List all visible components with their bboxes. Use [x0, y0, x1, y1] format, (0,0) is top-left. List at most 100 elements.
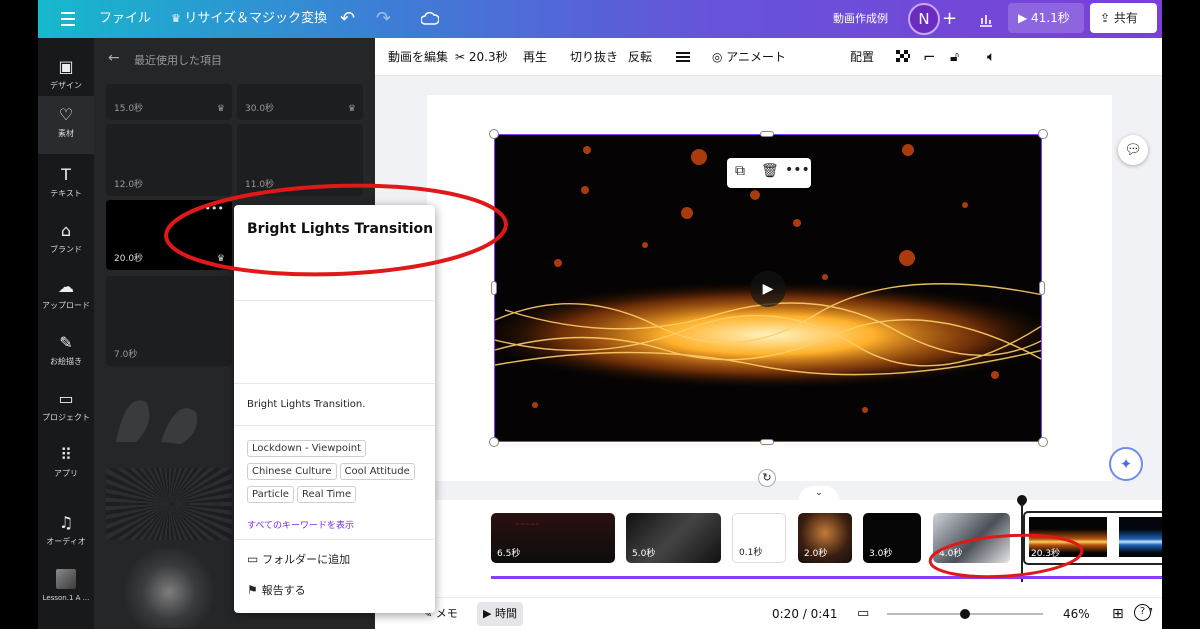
keyword-tags: Lockdown - Viewpoint Chinese Culture Cool… — [247, 440, 427, 509]
sidebar-item-draw[interactable]: ✎ お絵描き — [38, 324, 94, 380]
play-presentation-button[interactable]: ▶ 41.1秒 — [1008, 3, 1084, 33]
more-options-icon[interactable]: ••• — [785, 162, 810, 178]
resize-handle-top-left[interactable] — [489, 129, 499, 139]
flip-button[interactable]: 反転 — [628, 38, 652, 76]
top-bar: ファイル ♛ リサイズ＆マジック変換 ↶ ↷ 動画作成例 N + ▶ 41.1秒… — [38, 0, 1162, 38]
resize-handle-top[interactable] — [760, 131, 774, 137]
keyword-tag[interactable]: Cool Attitude — [339, 463, 415, 480]
keyword-tag[interactable]: Lockdown - Viewpoint — [247, 440, 366, 457]
transparency-icon[interactable] — [895, 38, 911, 76]
sidebar-item-label: ブランド — [50, 245, 82, 254]
lock-icon[interactable]: 🔓︎ — [950, 38, 959, 76]
resize-handle-bottom-right[interactable] — [1038, 437, 1048, 447]
sidebar-item-apps[interactable]: ⠿ アプリ — [38, 436, 94, 492]
add-collaborator-icon[interactable]: + — [942, 0, 957, 38]
share-label: 共有 — [1113, 11, 1138, 25]
timeline-clip[interactable]: ~~~~~ 6.5秒 — [491, 513, 615, 563]
zoom-slider-knob[interactable] — [960, 609, 970, 619]
report-item[interactable]: ⚑ 報告する — [247, 582, 306, 598]
letterbox-left — [0, 0, 38, 629]
zoom-level[interactable]: 46% — [1063, 598, 1090, 629]
text-icon: T — [61, 165, 71, 184]
grid-view-icon[interactable]: ⊞ — [1112, 598, 1124, 629]
redo-icon[interactable]: ↷ — [376, 0, 391, 38]
sidebar-item-label: お絵描き — [50, 357, 82, 366]
add-comment-icon[interactable]: 💬︎ — [1118, 135, 1148, 165]
playback-button[interactable]: 再生 — [523, 38, 547, 76]
play-duration: 41.1秒 — [1031, 11, 1070, 25]
glow-circle-thumbnail[interactable] — [106, 548, 232, 628]
page-view-icon[interactable]: ▭ — [857, 598, 869, 629]
zoom-slider[interactable] — [887, 609, 1043, 619]
sidebar-item-brand[interactable]: ⌂ ブランド — [38, 212, 94, 268]
letterbox-right — [1162, 0, 1200, 629]
resize-handle-bottom-left[interactable] — [489, 437, 499, 447]
brand-icon: ⌂ — [60, 221, 72, 240]
audio-track-bar[interactable] — [491, 576, 1162, 579]
sidebar-item-projects[interactable]: ▭ プロジェクト — [38, 380, 94, 436]
timeline-clip[interactable]: 2.0秒 — [798, 513, 852, 563]
rotate-handle-icon[interactable]: ↻ — [758, 469, 776, 487]
animate-button[interactable]: ◎ アニメート — [712, 38, 786, 76]
video-play-button[interactable]: ▶ — [750, 271, 786, 307]
file-menu[interactable]: ファイル — [99, 0, 151, 38]
media-thumbnail[interactable]: 30.0秒 ♛ — [237, 84, 363, 120]
hands-illustration-thumbnail[interactable] — [106, 372, 232, 460]
hamburger-menu-icon[interactable] — [56, 0, 80, 38]
crop-button[interactable]: 切り抜き — [570, 38, 618, 76]
media-thumbnail[interactable]: 7.0秒 — [106, 276, 232, 366]
sidebar-item-elements[interactable]: ♡ 素材 — [38, 96, 94, 154]
timeline-clip[interactable]: 4.0秒 — [933, 513, 1010, 563]
thumb-duration: 20.0秒 — [114, 254, 144, 264]
delete-icon[interactable]: 🗑︎ — [761, 163, 779, 179]
sidebar-item-label: 素材 — [58, 129, 74, 138]
add-to-folder-item[interactable]: ▭ フォルダーに追加 — [247, 551, 350, 567]
collapse-timeline-icon[interactable]: ⌄ — [799, 486, 839, 500]
share-button[interactable]: ⇪ 共有 — [1090, 3, 1157, 33]
sidebar-item-audio[interactable]: ♫ オーディオ — [38, 504, 94, 560]
timeline-clip[interactable]: 3.0秒 — [863, 513, 921, 563]
resize-handle-top-right[interactable] — [1038, 129, 1048, 139]
back-arrow-icon[interactable]: ← — [108, 50, 120, 66]
timeline-clip-selected[interactable]: 20.3秒 — [1023, 511, 1162, 565]
resize-magic-button[interactable]: ♛ リサイズ＆マジック変換 — [171, 0, 327, 38]
undo-icon[interactable]: ↶ — [340, 0, 355, 38]
sidebar-item-text[interactable]: T テキスト — [38, 156, 94, 212]
resize-handle-right[interactable] — [1039, 281, 1045, 295]
sidebar-item-upload[interactable]: ☁ アップロード — [38, 268, 94, 324]
timeline-clip[interactable]: 0.1秒 — [732, 513, 786, 563]
media-thumbnail[interactable]: 12.0秒 — [106, 124, 232, 196]
animate-label: アニメート — [726, 50, 787, 64]
cloud-save-icon[interactable] — [420, 0, 440, 38]
show-all-keywords-link[interactable]: すべてのキーワードを表示 — [247, 518, 354, 531]
duplicate-icon[interactable]: ⧉ — [735, 163, 745, 179]
copy-style-icon[interactable]: ⌐ — [923, 38, 936, 76]
avatar-letter: N — [918, 10, 930, 28]
more-options-icon[interactable]: ••• — [205, 202, 224, 215]
user-avatar[interactable]: N — [908, 3, 940, 35]
edit-video-button[interactable]: 動画を編集 — [388, 38, 448, 76]
timeline-clip[interactable]: 5.0秒 — [626, 513, 721, 563]
burst-lines-thumbnail[interactable] — [106, 468, 232, 540]
keyword-tag[interactable]: Particle — [247, 486, 294, 503]
media-thumbnail-selected[interactable]: ••• 20.0秒 ♛ — [106, 200, 232, 270]
border-style-icon[interactable] — [675, 38, 691, 76]
keyword-tag[interactable]: Chinese Culture — [247, 463, 337, 480]
media-thumbnail[interactable]: 15.0秒 ♛ — [106, 84, 232, 120]
magic-assistant-icon[interactable]: ✦ — [1109, 447, 1143, 481]
resize-handle-bottom[interactable] — [760, 439, 774, 445]
help-icon[interactable]: ? — [1134, 604, 1151, 621]
position-button[interactable]: 配置 — [850, 38, 874, 76]
project-thumbnail — [56, 569, 76, 589]
edit-toolbar: 動画を編集 ✂ 20.3秒 再生 切り抜き 反転 ◎ アニメート 配置 ⌐ 🔓︎… — [375, 38, 1162, 76]
sidebar-item-project[interactable]: Lesson.1 A ... — [38, 563, 94, 619]
trim-button[interactable]: ✂ 20.3秒 — [455, 38, 508, 76]
keyword-tag[interactable]: Real Time — [296, 486, 357, 503]
volume-icon[interactable]: 🔈︎ — [987, 38, 995, 76]
insights-chart-icon[interactable] — [978, 0, 994, 38]
media-thumbnail[interactable]: 11.0秒 — [237, 124, 363, 196]
document-title[interactable]: 動画作成例 — [833, 0, 888, 38]
resize-handle-left[interactable] — [491, 281, 497, 295]
element-info-popup: Bright Lights Transition Bright Lights T… — [234, 205, 435, 613]
timeline-toggle-button[interactable]: ▶ 時間 — [477, 602, 523, 626]
